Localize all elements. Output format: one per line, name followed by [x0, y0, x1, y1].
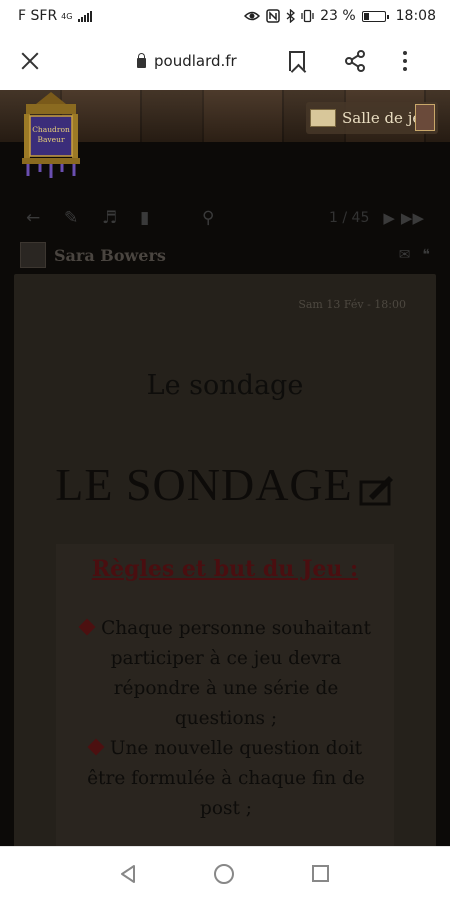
clock: 18:08: [395, 8, 436, 24]
topic-toolbar: ← ✎ ♬ ▮ ⚲ 1 / 45 ▶ ▶▶: [0, 200, 450, 236]
status-bar: F SFR 4G 23 % 18:08: [0, 0, 450, 32]
bluetooth-icon: [286, 9, 296, 23]
battery-icon: [361, 10, 389, 22]
share-icon[interactable]: [343, 49, 367, 73]
page-indicator: 1 / 45: [329, 210, 370, 226]
last-page-icon[interactable]: ▶▶: [401, 209, 424, 227]
bookmark-icon[interactable]: [288, 51, 305, 71]
eye-icon: [244, 11, 261, 21]
more-icon[interactable]: [402, 51, 407, 71]
carrier-label: F SFR: [18, 8, 58, 24]
bookmark-icon[interactable]: ▮: [140, 208, 178, 228]
portrait-icon: [415, 104, 435, 131]
signal-icon: [78, 10, 93, 22]
avatar[interactable]: [20, 242, 46, 268]
android-nav-bar: [0, 846, 450, 900]
message-icon[interactable]: ✉: [399, 247, 411, 263]
close-icon[interactable]: [18, 49, 42, 73]
back-arrow-icon[interactable]: ←: [26, 208, 64, 228]
lock-icon: [137, 52, 146, 68]
url-text: poudlard.fr: [154, 52, 237, 70]
vibrate-icon: [301, 9, 314, 23]
post-subject: Le sondage: [146, 370, 304, 401]
next-page-icon[interactable]: ▶: [383, 209, 395, 227]
rule-2: Une nouvelle question doit être formulée…: [87, 738, 365, 819]
author-name[interactable]: Sara Bowers: [54, 246, 166, 265]
rule-1: Chaque personne souhaitant participer à …: [70, 614, 382, 734]
search-icon[interactable]: ⚲: [202, 208, 240, 228]
post-author-bar: Sara Bowers ✉ ❝: [0, 240, 450, 270]
nav-back-icon[interactable]: [118, 864, 138, 884]
rules-title: Règles et but du Jeu :: [91, 556, 359, 582]
battery-percent: 23 %: [320, 8, 356, 24]
post-panel: Sam 13 Fév - 18:00 Le sondage LE SONDAGE…: [14, 274, 436, 846]
bell-icon[interactable]: ♬: [102, 208, 140, 228]
svg-text:Baveur: Baveur: [37, 135, 64, 144]
envelope-icon: [310, 109, 336, 127]
pencil-icon[interactable]: ✎: [64, 208, 102, 228]
post-date: Sam 13 Fév - 18:00: [298, 298, 406, 311]
salle-de-jeu-banner[interactable]: Salle de jeu: [306, 102, 438, 134]
forum-logo[interactable]: Chaudron Baveur: [20, 92, 82, 178]
post-big-title: LE SONDAGE: [14, 458, 436, 511]
diamond-bullet-icon: [78, 618, 96, 636]
nav-recent-icon[interactable]: [312, 865, 329, 882]
quote-icon[interactable]: ❝: [422, 247, 430, 263]
web-page[interactable]: Chaudron Baveur Salle de jeu ← ✎ ♬ ▮ ⚲ 1…: [0, 90, 450, 846]
nfc-icon: [266, 9, 280, 23]
url-bar[interactable]: poudlard.fr: [137, 52, 237, 70]
writing-icon: [359, 476, 393, 506]
diamond-bullet-icon: [87, 738, 105, 756]
rules-box: Règles et but du Jeu : Chaque personne s…: [56, 544, 394, 846]
nav-home-icon[interactable]: [214, 864, 234, 884]
browser-toolbar: poudlard.fr: [0, 32, 450, 90]
logo-text: Chaudron: [32, 125, 70, 134]
network-label: 4G: [61, 11, 73, 21]
